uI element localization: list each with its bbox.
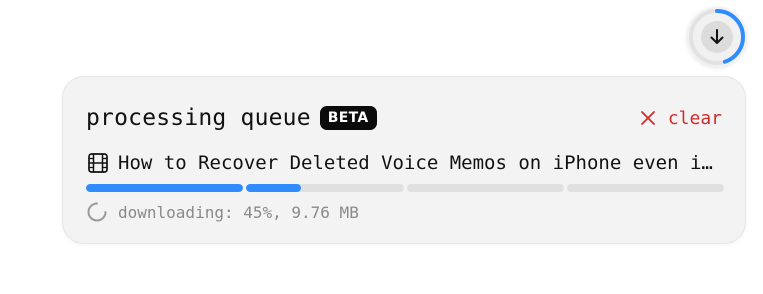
file-name: How to Recover Deleted Voice Memos on iP… [118, 152, 723, 174]
loading-spinner-icon [87, 202, 107, 222]
download-progress-bar [86, 184, 724, 192]
queue-title: processing queue [86, 105, 311, 131]
clear-label: clear [667, 107, 722, 129]
status-text: downloading: 45%, 9.76 MB [118, 202, 359, 222]
progress-segment-fill [246, 184, 302, 192]
film-icon [88, 153, 108, 173]
page: processing queue BETA clear How to Recov… [0, 0, 763, 294]
queue-header: processing queue BETA clear [86, 102, 722, 134]
progress-segment [566, 184, 724, 192]
status-row: downloading: 45%, 9.76 MB [86, 201, 359, 223]
queue-item: How to Recover Deleted Voice Memos on iP… [87, 150, 723, 176]
arrow-down-icon [701, 21, 733, 53]
clear-button[interactable]: clear [640, 108, 722, 129]
download-queue-button[interactable] [687, 7, 747, 67]
processing-queue-card: processing queue BETA clear How to Recov… [62, 76, 746, 244]
progress-segment-fill [86, 184, 244, 192]
close-icon [640, 110, 656, 126]
progress-segment [246, 184, 404, 192]
beta-badge: BETA [319, 106, 377, 130]
progress-segment [86, 184, 244, 192]
progress-segment [406, 184, 564, 192]
